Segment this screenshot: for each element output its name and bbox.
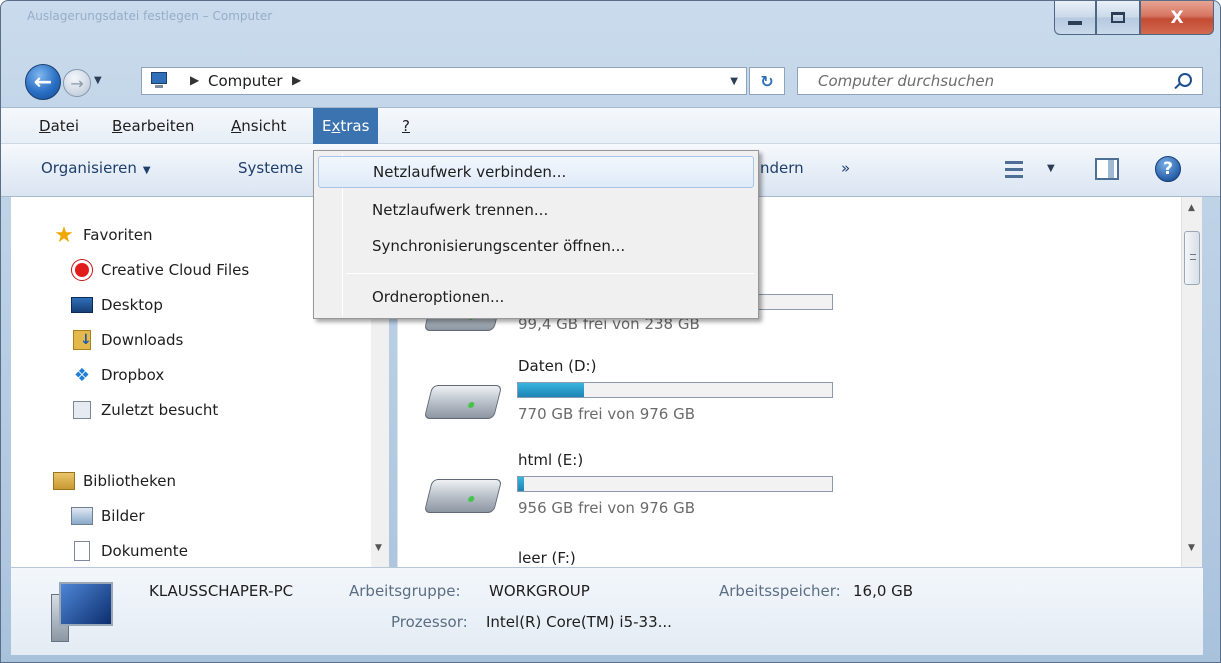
view-options-dropdown-icon[interactable]: ▼ xyxy=(1047,163,1055,174)
scroll-down-icon[interactable]: ▼ xyxy=(1188,543,1195,553)
computer-icon xyxy=(148,72,170,90)
close-button[interactable]: X xyxy=(1140,1,1214,35)
close-icon: X xyxy=(1170,7,1184,28)
menu-item-open-sync-center[interactable]: Synchronisierungscenter öffnen... xyxy=(318,230,754,262)
address-bar[interactable]: ▶ Computer ▶ ▼ xyxy=(141,67,747,95)
menu-ansicht[interactable]: Ansicht xyxy=(222,108,295,144)
history-dropdown-icon[interactable]: ▼ xyxy=(94,75,102,86)
refresh-icon: ↻ xyxy=(760,71,774,91)
change-view-icon[interactable] xyxy=(1005,161,1023,179)
menu-item-folder-options[interactable]: Ordneroptionen... xyxy=(318,281,754,313)
maximize-button[interactable] xyxy=(1096,1,1140,35)
drive-usage-fill xyxy=(518,383,584,397)
scroll-up-icon[interactable]: ▲ xyxy=(1188,203,1195,213)
menu-separator xyxy=(346,273,754,274)
preview-pane-icon[interactable] xyxy=(1095,158,1119,180)
menu-help[interactable]: ? xyxy=(393,108,419,144)
back-arrow-icon: ← xyxy=(33,69,53,95)
drive-item-f[interactable]: leer (F:) xyxy=(398,549,1181,567)
address-row: ← → ▼ ▶ Computer ▶ ▼ ↻ xyxy=(1,55,1220,107)
nav-item-pictures[interactable]: Bilder xyxy=(71,500,145,532)
content-scrollbar[interactable]: ▲ ▼ xyxy=(1181,197,1202,567)
nav-item-documents[interactable]: Dokumente xyxy=(71,535,188,567)
forward-arrow-icon: → xyxy=(70,73,84,93)
address-dropdown-icon[interactable]: ▼ xyxy=(730,76,738,87)
computer-name: KLAUSSCHAPER-PC xyxy=(149,582,294,600)
drive-name: html (E:) xyxy=(518,451,584,469)
drive-usage-fill xyxy=(518,477,525,491)
processor-label: Prozessor: xyxy=(391,613,468,631)
more-commands-button[interactable]: » xyxy=(841,159,850,177)
menu-datei[interactable]: Datei xyxy=(30,108,88,144)
drive-item-e[interactable]: html (E:) 956 GB frei von 976 GB xyxy=(398,451,1181,547)
details-pane: KLAUSSCHAPER-PC Arbeitsgruppe: WORKGROUP… xyxy=(11,567,1203,655)
explorer-window: Auslagerungsdatei festlegen – Computer X… xyxy=(0,0,1221,663)
drive-free-space: 770 GB frei von 976 GB xyxy=(518,405,696,423)
breadcrumb-chevron-icon[interactable]: ▶ xyxy=(292,73,301,87)
nav-item-recent[interactable]: Zuletzt besucht xyxy=(71,394,218,426)
drive-usage-bar xyxy=(517,476,833,492)
minimize-button[interactable] xyxy=(1054,1,1096,35)
back-button[interactable]: ← xyxy=(25,64,61,100)
nav-favorites[interactable]: ★ Favoriten xyxy=(53,219,152,251)
scrollbar-thumb[interactable] xyxy=(1184,231,1200,285)
downloads-icon xyxy=(71,330,93,350)
drive-free-space: 956 GB frei von 976 GB xyxy=(518,499,696,517)
help-icon[interactable]: ? xyxy=(1155,156,1181,182)
scroll-down-icon[interactable]: ▼ xyxy=(375,543,382,553)
menu-extras[interactable]: Extras xyxy=(313,108,379,144)
nav-item-desktop[interactable]: Desktop xyxy=(71,289,163,321)
computer-icon xyxy=(51,582,113,642)
forward-button[interactable]: → xyxy=(63,69,91,97)
refresh-button[interactable]: ↻ xyxy=(749,67,785,95)
creative-cloud-icon xyxy=(71,260,93,280)
pictures-icon xyxy=(71,506,93,526)
search-input[interactable] xyxy=(798,68,1168,94)
maximize-icon xyxy=(1111,12,1125,23)
menu-bearbeiten[interactable]: Bearbeiten xyxy=(103,108,203,144)
menu-item-disconnect-network-drive[interactable]: Netzlaufwerk trennen... xyxy=(318,194,754,226)
memory-label: Arbeitsspeicher: xyxy=(719,582,841,600)
library-icon xyxy=(53,471,75,491)
nav-item-dropbox[interactable]: ❖ Dropbox xyxy=(71,359,164,391)
extras-menu: Netzlaufwerk verbinden... Netzlaufwerk t… xyxy=(313,150,759,319)
recent-places-icon xyxy=(71,400,93,420)
memory-value: 16,0 GB xyxy=(853,582,914,600)
minimize-icon xyxy=(1068,20,1082,25)
star-icon: ★ xyxy=(54,222,74,248)
nav-libraries[interactable]: Bibliotheken xyxy=(53,465,176,497)
window-controls: X xyxy=(1054,1,1214,35)
search-box[interactable] xyxy=(797,67,1203,95)
menu-item-map-network-drive[interactable]: Netzlaufwerk verbinden... xyxy=(318,156,754,188)
hard-drive-icon xyxy=(423,385,503,419)
breadcrumb-chevron-icon[interactable]: ▶ xyxy=(190,73,199,87)
hard-drive-icon xyxy=(423,479,503,513)
system-properties-button[interactable]: Systeme xyxy=(238,159,303,177)
window-title: Auslagerungsdatei festlegen – Computer xyxy=(27,9,273,23)
documents-icon xyxy=(71,541,93,561)
title-bar[interactable]: Auslagerungsdatei festlegen – Computer X xyxy=(1,1,1220,55)
drive-name: Daten (D:) xyxy=(518,357,597,375)
nav-item-downloads[interactable]: Downloads xyxy=(71,324,183,356)
chevron-down-icon: ▼ xyxy=(142,165,151,176)
processor-value: Intel(R) Core(TM) i5-33... xyxy=(486,613,672,631)
menu-bar: Datei Bearbeiten Ansicht Extras ? xyxy=(1,107,1220,144)
desktop-icon xyxy=(71,295,93,315)
breadcrumb-computer[interactable]: Computer xyxy=(208,72,283,90)
drive-usage-bar xyxy=(517,382,833,398)
nav-item-creative-cloud[interactable]: Creative Cloud Files xyxy=(71,254,249,286)
workgroup-label: Arbeitsgruppe: xyxy=(349,582,461,600)
drive-name: leer (F:) xyxy=(518,549,576,567)
dropbox-icon: ❖ xyxy=(73,364,91,386)
uninstall-change-button[interactable]: ndern xyxy=(760,159,804,177)
workgroup-value: WORKGROUP xyxy=(489,582,590,600)
search-icon[interactable] xyxy=(1178,73,1192,87)
organize-button[interactable]: Organisieren ▼ xyxy=(41,159,151,177)
drive-item-d[interactable]: Daten (D:) 770 GB frei von 976 GB xyxy=(398,357,1181,453)
